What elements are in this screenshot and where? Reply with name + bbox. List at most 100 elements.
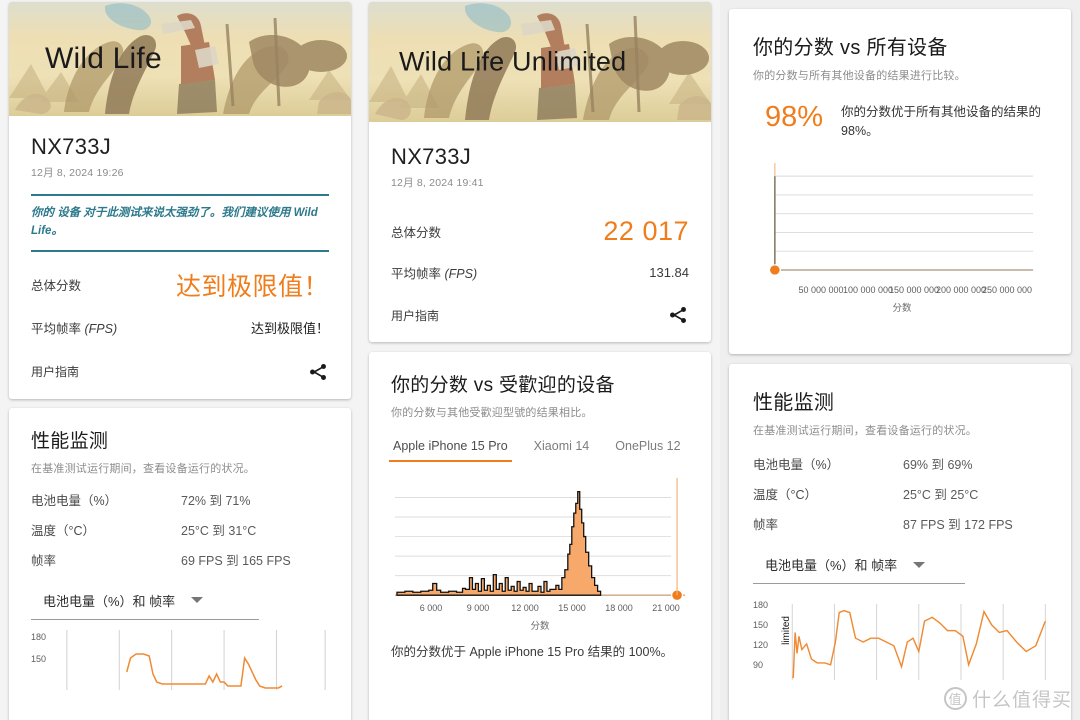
right-xtick-4: 250 000 000: [981, 284, 1033, 295]
right-stat-temp-value: 25°C 到 25°C: [903, 488, 979, 502]
mid-result-body: NX733J 12月 8, 2024 19:41 总体分数 22 017 平均帧…: [369, 122, 711, 342]
right-all-devices-chart: 50 000 000 100 000 000 150 000 000 200 0…: [753, 162, 1047, 314]
mid-hero-title: Wild Life Unlimited: [399, 46, 627, 77]
left-guide-label[interactable]: 用户指南: [31, 363, 79, 380]
mid-compare-footer-note: 你的分数优于 Apple iPhone 15 Pro 结果的 100%。: [391, 645, 674, 659]
benchmark-results-screen: Wild Life NX733J 12月 8, 2024 19:26 你的 设备…: [0, 0, 1080, 720]
mid-histogram-svg: [394, 477, 686, 602]
left-stat-battery: 电池电量（%） 72% 到 71%: [31, 490, 329, 509]
left-column: Wild Life NX733J 12月 8, 2024 19:26 你的 设备…: [0, 0, 360, 720]
right-all-devices-xticks: 50 000 000 100 000 000 150 000 000 200 0…: [753, 285, 1051, 297]
left-fps-value: 达到极限值！: [250, 320, 329, 336]
mid-guide-label[interactable]: 用户指南: [391, 307, 439, 324]
mid-xtick-2: 12 000: [511, 603, 539, 613]
right-perf-body: 性能监测 在基准测试运行期间，查看设备运行的状况。 电池电量（%） 69% 到 …: [729, 364, 1071, 680]
left-perf-chart: 180 150: [31, 629, 329, 690]
chevron-down-icon[interactable]: [191, 597, 204, 604]
left-stat-fps-label: 帧率: [31, 553, 57, 568]
right-stat-temp: 温度（°C） 25°C 到 25°C: [753, 484, 1047, 503]
left-stat-fps: 帧率 69 FPS 到 165 FPS: [31, 550, 329, 569]
left-perf-card: 性能监测 在基准测试运行期间，查看设备运行的状况。 电池电量（%） 72% 到 …: [9, 407, 351, 720]
left-metric-dropdown[interactable]: 电池电量（%）和 帧率: [31, 591, 259, 620]
right-perf-chart-svg: [791, 604, 1047, 680]
right-xtick-0: 50 000 000: [798, 284, 844, 295]
left-hero-banner: Wild Life: [9, 2, 351, 116]
left-device-name: NX733J: [31, 134, 112, 159]
right-all-devices-body: 你的分数 vs 所有设备 你的分数与所有其他设备的结果进行比较。 98% 你的分…: [729, 9, 1071, 314]
mid-hero-banner: Wild Life Unlimited: [369, 2, 711, 122]
right-stat-fps: 帧率 87 FPS 到 172 FPS: [753, 514, 1047, 533]
mid-guide-row[interactable]: 用户指南: [391, 304, 689, 326]
left-perf-subtitle: 在基准测试运行期间，查看设备运行的状况。: [31, 462, 255, 475]
right-stat-fps-label: 帧率: [753, 518, 779, 532]
right-percentile-value: 98%: [765, 101, 824, 133]
mid-histogram-xticks: 6 000 9 000 12 000 15 000 18 000 21 000: [391, 603, 689, 615]
mid-column: Wild Life Unlimited NX733J 12月 8, 2024 1…: [360, 0, 720, 720]
mid-compare-subtitle: 你的分数与其他受歡迎型號的结果相比。: [391, 407, 593, 419]
chevron-down-icon[interactable]: [913, 561, 926, 568]
right-xtick-2: 150 000 000: [888, 284, 940, 295]
left-note-box: 你的 设备 对于此测试来说太强劲了。我们建议使用 Wild Life。: [31, 194, 329, 252]
right-all-devices-card: 你的分数 vs 所有设备 你的分数与所有其他设备的结果进行比较。 98% 你的分…: [729, 9, 1071, 354]
left-fps-label-unit: (FPS): [84, 321, 118, 336]
right-stat-battery: 电池电量（%） 69% 到 69%: [753, 454, 1047, 473]
mid-fps-value: 131.84: [649, 265, 689, 280]
left-score-value: 达到极限值！: [175, 272, 329, 301]
right-all-devices-subtitle: 你的分数与所有其他设备的结果进行比较。: [753, 70, 966, 82]
right-chart-ytick-120: 120: [753, 640, 769, 650]
left-perf-title: 性能监测: [31, 430, 109, 452]
left-fps-row: 平均帧率 (FPS) 达到极限值！: [31, 318, 329, 337]
left-guide-row[interactable]: 用户指南: [31, 361, 329, 383]
left-perf-body: 性能监测 在基准测试运行期间，查看设备运行的状况。 电池电量（%） 72% 到 …: [9, 408, 351, 706]
left-stat-battery-value: 72% 到 71%: [181, 493, 251, 508]
left-chart-ytick-150: 150: [31, 653, 47, 664]
mid-xtick-5: 21 000: [652, 603, 680, 613]
left-stat-temp: 温度（°C） 25°C 到 31°C: [31, 520, 329, 539]
right-chart-ytick-180: 180: [753, 600, 769, 610]
left-perf-chart-svg: [66, 629, 326, 690]
right-metric-dropdown-label[interactable]: 电池电量（%）和 帧率: [765, 555, 897, 574]
right-xtick-1: 100 000 000: [842, 284, 894, 295]
mid-fps-row: 平均帧率 (FPS) 131.84: [391, 263, 689, 282]
right-stat-fps-value: 87 FPS 到 172 FPS: [903, 518, 1013, 532]
right-perf-subtitle: 在基准测试运行期间，查看设备运行的状况。: [753, 425, 977, 437]
right-percentile-note: 你的分数优于所有其他设备的结果的 98%。: [841, 105, 1042, 138]
mid-score-value: 22 017: [603, 216, 689, 246]
mid-xtick-4: 18 000: [605, 603, 633, 613]
right-metric-dropdown[interactable]: 电池电量（%）和 帧率: [753, 555, 965, 584]
mid-histogram-chart: 6 000 9 000 12 000 15 000 18 000 21 000 …: [391, 476, 689, 632]
mid-device-name: NX733J: [391, 144, 472, 169]
mid-compare-card: 你的分数 vs 受歡迎的设备 你的分数与其他受歡迎型號的结果相比。 Apple …: [369, 352, 711, 720]
left-hero-title: Wild Life: [45, 42, 162, 75]
left-fps-label-text: 平均帧率: [31, 321, 82, 336]
mid-compare-title: 你的分数 vs 受歡迎的设备: [391, 375, 615, 396]
left-stat-battery-label: 电池电量（%）: [31, 493, 118, 508]
left-score-label: 总体分数: [31, 279, 82, 294]
right-column: 你的分数 vs 所有设备 你的分数与所有其他设备的结果进行比较。 98% 你的分…: [720, 0, 1080, 720]
tab-apple-iphone-15-pro[interactable]: Apple iPhone 15 Pro: [389, 439, 512, 462]
right-chart-ytick-90: 90: [753, 660, 764, 670]
mid-score-label: 总体分数: [391, 226, 442, 240]
mid-device-date: 12月 8, 2024 19:41: [391, 177, 484, 189]
left-stat-temp-value: 25°C 到 31°C: [181, 523, 257, 538]
left-stat-temp-label: 温度（°C）: [31, 523, 96, 538]
left-note-text: 你的 设备 对于此测试来说太强劲了。我们建议使用 Wild Life。: [31, 207, 318, 237]
mid-fps-label: 平均帧率 (FPS): [391, 263, 477, 282]
left-score-row: 总体分数 达到极限值！: [31, 267, 329, 303]
right-perf-title: 性能监测: [753, 392, 835, 414]
share-icon[interactable]: [667, 304, 689, 326]
right-score-marker: [768, 263, 781, 276]
left-stat-fps-value: 69 FPS 到 165 FPS: [181, 553, 291, 568]
mid-xtick-3: 15 000: [558, 603, 586, 613]
right-stat-temp-label: 温度（°C）: [753, 488, 818, 502]
mid-compare-body: 你的分数 vs 受歡迎的设备 你的分数与其他受歡迎型號的结果相比。 Apple …: [369, 352, 711, 662]
mid-fps-label-unit: (FPS): [444, 267, 478, 281]
tab-xiaomi-14[interactable]: Xiaomi 14: [534, 439, 590, 462]
right-all-devices-xlabel: 分数: [892, 302, 912, 314]
mid-fps-label-text: 平均帧率: [391, 267, 442, 281]
right-all-devices-title: 你的分数 vs 所有设备: [753, 37, 948, 59]
share-icon[interactable]: [307, 361, 329, 383]
left-metric-dropdown-label[interactable]: 电池电量（%）和 帧率: [43, 591, 175, 610]
right-perf-chart: 180 150 120 90 limited: [753, 600, 1047, 680]
tab-oneplus-12[interactable]: OnePlus 12: [615, 439, 680, 462]
